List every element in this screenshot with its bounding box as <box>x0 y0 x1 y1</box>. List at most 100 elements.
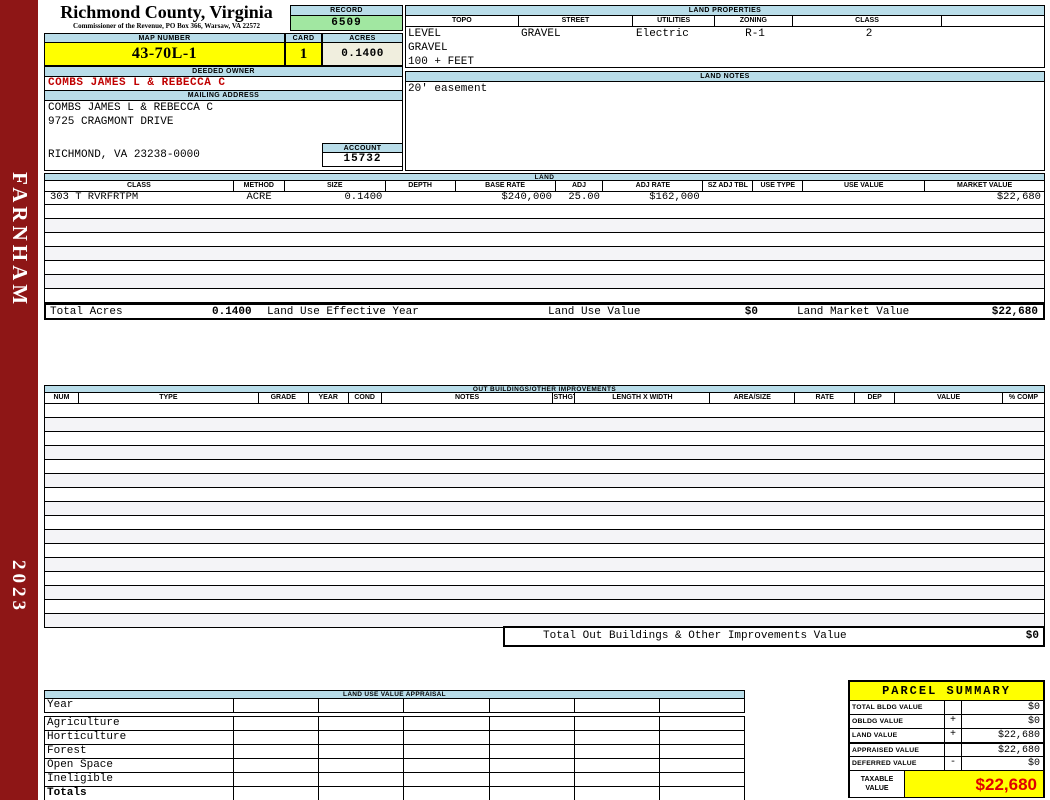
land-use-appraisal-row-label: Open Space <box>45 759 234 773</box>
record-value: 6509 <box>290 16 403 31</box>
land-column-header: BASE RATE <box>455 181 556 192</box>
topo-value: LEVEL <box>408 28 442 40</box>
land-use-appraisal-row-label: Horticulture <box>45 731 234 745</box>
total-acres-label: Total Acres <box>50 306 123 318</box>
land-use-appraisal-table: LAND USE VALUE APPRAISAL Year Agricultur… <box>44 690 746 800</box>
land-use-appraisal-cell <box>574 699 660 713</box>
land-use-appraisal-cell <box>319 773 405 787</box>
parcel-summary-title: PARCEL SUMMARY <box>850 682 1043 701</box>
parcel-summary-row: OBLDG VALUE + $0 <box>850 715 1043 729</box>
land-use-appraisal-cell <box>490 787 575 800</box>
out-buildings-column-header: NUM <box>45 393 79 404</box>
land-notes-panel: LAND NOTES 20' easement <box>405 71 1045 171</box>
land-use-appraisal-row: Open Space <box>44 759 746 773</box>
land-market-value-cell: $22,680 <box>996 192 1041 203</box>
land-use-value-cell <box>802 192 924 204</box>
land-use-appraisal-cell <box>404 699 490 713</box>
land-properties-value-row: GRAVEL <box>406 41 1044 55</box>
parcel-summary-operator: - <box>945 757 962 771</box>
mailing-address-line: 9725 CRAGMONT DRIVE <box>48 116 174 128</box>
street-value: GRAVEL <box>521 28 561 40</box>
taxable-value-label: TAXABLE VALUE <box>850 771 905 797</box>
land-column-header: USE TYPE <box>753 181 804 192</box>
land-properties-value-row: LEVEL GRAVEL Electric R-1 2 <box>406 27 1044 41</box>
land-sz-adj-tbl-cell <box>703 192 753 204</box>
land-use-appraisal-cell <box>574 745 660 759</box>
out-buildings-column-header: COND <box>348 393 382 404</box>
land-table-title: LAND <box>44 173 1045 181</box>
land-properties-column-header <box>942 16 1044 27</box>
out-buildings-empty-row <box>44 502 1045 516</box>
topo-value: GRAVEL <box>408 42 448 54</box>
land-class-cell: 303 T RVRFRTPM <box>50 192 139 203</box>
parcel-summary-rows: TOTAL BLDG VALUE $0 OBLDG VALUE + $0 LAND VAL… <box>850 701 1043 771</box>
out-buildings-column-header: AREA/SIZE <box>710 393 796 404</box>
land-column-header: USE VALUE <box>803 181 926 192</box>
out-buildings-table: OUT BUILDINGS/OTHER IMPROVEMENTS NUM TYPE… <box>44 385 1045 628</box>
land-use-appraisal-cell <box>659 745 746 759</box>
land-properties-header-row: TOPO STREET UTILITIES ZONING CLASS <box>406 16 1044 27</box>
out-buildings-column-header: VALUE <box>895 393 1004 404</box>
land-use-appraisal-row-label: Agriculture <box>45 717 234 731</box>
land-base-rate-cell: $240,000 <box>501 192 552 203</box>
land-market-value-label: Land Market Value <box>797 306 910 318</box>
land-use-appraisal-cell <box>489 759 575 773</box>
out-buildings-column-header: % COMP <box>1003 393 1045 404</box>
land-table-empty-row <box>44 275 1045 289</box>
parcel-summary-row-value: $0 <box>962 715 1043 729</box>
land-properties-column-header: STREET <box>518 16 634 27</box>
land-use-appraisal-cell <box>404 731 490 745</box>
mailing-address-line <box>45 129 402 143</box>
land-use-appraisal-cell <box>489 731 575 745</box>
parcel-summary-row-label: APPRAISED VALUE <box>850 744 945 757</box>
land-use-appraisal-cell <box>660 787 746 800</box>
land-use-appraisal-cell <box>319 745 405 759</box>
utilities-value: Electric <box>636 28 689 40</box>
acres-label: ACRES <box>322 33 403 43</box>
land-table-empty-row <box>44 289 1045 303</box>
out-buildings-empty-row <box>44 460 1045 474</box>
mailing-address-label: MAILING ADDRESS <box>45 91 402 101</box>
parcel-summary-row-value: $0 <box>962 701 1043 715</box>
land-notes-title: LAND NOTES <box>406 72 1044 82</box>
deeded-owner-name: COMBS JAMES L & REBECCA C <box>45 77 402 91</box>
out-buildings-column-header: DEP <box>855 393 896 404</box>
land-table-header-row: CLASS METHOD SIZE DEPTH BASE RATE ADJ ADJ RATE… <box>44 181 1046 192</box>
land-size-cell: 0.1400 <box>344 192 383 203</box>
land-notes-text: 20' easement <box>408 83 488 95</box>
land-table: LAND CLASS METHOD SIZE DEPTH BASE RATE ADJ ADJ… <box>44 173 1046 320</box>
land-use-appraisal-cell <box>489 745 575 759</box>
out-buildings-empty-row <box>44 432 1045 446</box>
land-use-appraisal-cell <box>234 773 320 787</box>
out-buildings-empty-row <box>44 516 1045 530</box>
map-number-label: MAP NUMBER <box>44 33 285 43</box>
land-use-appraisal-cell <box>404 759 490 773</box>
property-record-card: FARNHAM 2023 Richmond County, Virginia C… <box>0 0 1050 800</box>
out-buildings-empty-row <box>44 418 1045 432</box>
land-column-header: CLASS <box>45 181 234 192</box>
out-buildings-total-value: $0 <box>1025 630 1039 642</box>
card-value: 1 <box>285 43 322 66</box>
card-label: CARD <box>285 33 322 43</box>
county-title: Richmond County, Virginia <box>60 2 273 22</box>
land-properties-column-header: CLASS <box>792 16 943 27</box>
land-use-appraisal-cell <box>659 759 746 773</box>
parcel-summary-row-value: $22,680 <box>962 744 1043 757</box>
land-use-appraisal-cell <box>319 699 405 713</box>
land-table-data-row: 303 T RVRFRTPM ACRE 0.1400 $240,000 25.0… <box>44 192 1045 205</box>
land-use-appraisal-cell <box>319 731 405 745</box>
out-buildings-empty-row <box>44 474 1045 488</box>
class-value: 2 <box>865 28 873 40</box>
out-buildings-empty-row <box>44 600 1045 614</box>
tax-year-label: 2023 <box>8 560 29 614</box>
land-column-header: DEPTH <box>385 181 456 192</box>
land-column-header: ADJ <box>555 181 604 192</box>
land-use-appraisal-row: Horticulture <box>44 731 746 745</box>
mailing-address-line: COMBS JAMES L & REBECCA C <box>48 102 214 114</box>
land-depth-cell <box>385 192 455 204</box>
out-buildings-column-header: GRADE <box>258 393 309 404</box>
land-use-appraisal-row-label: Year <box>45 699 234 713</box>
parcel-summary-row-label: DEFERRED VALUE <box>850 757 945 771</box>
land-properties-value-row: 100 + FEET <box>406 55 1044 69</box>
land-use-appraisal-cell <box>404 717 490 731</box>
